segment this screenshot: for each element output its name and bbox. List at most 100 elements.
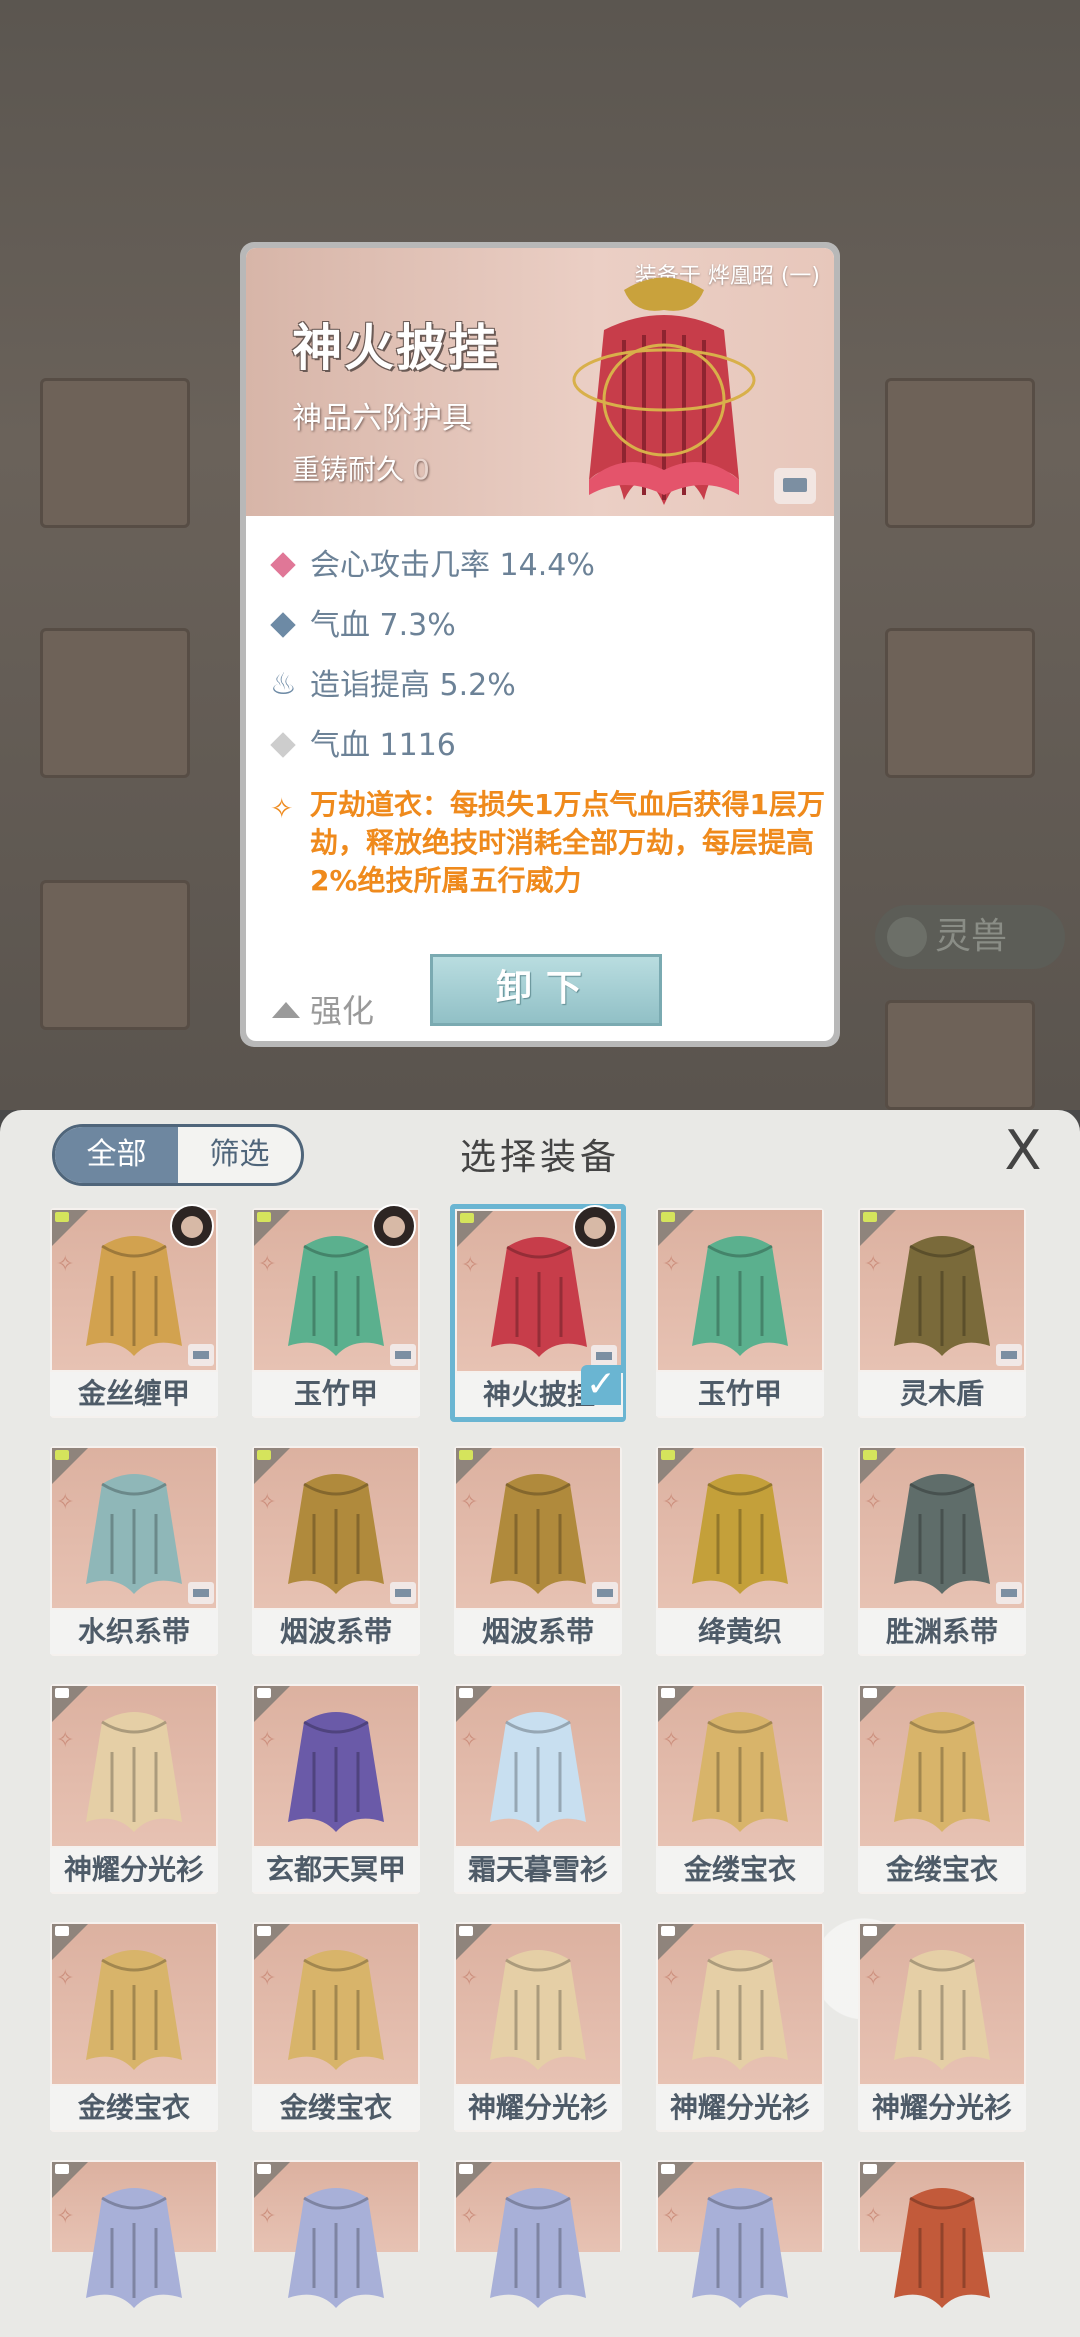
- stat-hp-percent: 气血 7.3%: [270, 596, 830, 656]
- reforge-durability: 重铸耐久 0: [292, 448, 430, 488]
- element-icon: ✧: [662, 1252, 681, 1277]
- equipment-select-sheet: 全部 筛选 选择装备 X ✧ 金丝缠甲 ✧ 玉竹甲 ✧ 神火披挂 ✓ ✧ 玉竹甲 ✧ 灵木盾 ✧ 水织系…: [0, 1110, 1080, 2337]
- equipment-name: 神耀分光衫: [50, 1848, 218, 1892]
- equipment-thumbnail: [894, 2188, 990, 2308]
- equipment-thumbnail: [86, 1236, 182, 1356]
- item-artwork: [572, 277, 756, 505]
- equipment-thumbnail: [894, 1712, 990, 1832]
- equipment-card[interactable]: ✧ 神火披挂 ✓: [450, 1204, 626, 1422]
- bg-extra-slot: [885, 1000, 1035, 1110]
- element-icon: ✧: [258, 1966, 277, 1991]
- equipment-thumbnail: [490, 1950, 586, 2070]
- equipment-name: 神耀分光衫: [656, 2086, 824, 2130]
- element-icon: ✧: [662, 1490, 681, 1515]
- item-name: 神火披挂: [292, 319, 500, 377]
- element-icon: ✧: [662, 2204, 681, 2229]
- equipment-card[interactable]: ✧: [454, 2160, 622, 2308]
- equipment-card[interactable]: ✧ 胜渊系带: [858, 1446, 1026, 1656]
- lock-icon: [390, 1582, 416, 1604]
- equipment-card[interactable]: ✧ 玉竹甲: [656, 1208, 824, 1418]
- equipment-card[interactable]: ✧ 霜天暮雪衫: [454, 1684, 622, 1894]
- element-icon: ✧: [56, 1252, 75, 1277]
- equipment-thumbnail: [894, 1474, 990, 1594]
- equipment-card[interactable]: ✧ 玄都天冥甲: [252, 1684, 420, 1894]
- equipment-card[interactable]: ✧ 水织系带: [50, 1446, 218, 1656]
- stat-text: 气血 7.3%: [310, 608, 456, 643]
- equipment-name: 神耀分光衫: [454, 2086, 622, 2130]
- lock-icon: [592, 1582, 618, 1604]
- equipment-card[interactable]: ✧ 玉竹甲: [252, 1204, 420, 1418]
- equipment-card[interactable]: ✧: [656, 2160, 824, 2308]
- equipment-name: 水织系带: [50, 1610, 218, 1654]
- element-icon: ✧: [864, 1966, 883, 1991]
- equipment-card[interactable]: ✧ 灵木盾: [858, 1208, 1026, 1418]
- equipment-card[interactable]: ✧: [858, 2160, 1026, 2308]
- equipment-name: 金缕宝衣: [50, 2086, 218, 2130]
- detail-header: 装备于 烨凰昭 (一) 神火披挂 神品六阶护具 重铸耐久 0: [246, 248, 834, 516]
- element-icon: ✧: [56, 1490, 75, 1515]
- equipment-name: 金丝缠甲: [50, 1372, 218, 1416]
- blue-diamond-icon: [270, 612, 296, 638]
- equipment-card[interactable]: ✧ 神耀分光衫: [454, 1922, 622, 2132]
- equipment-name: 玉竹甲: [252, 1372, 420, 1416]
- equipment-name: 金缕宝衣: [656, 1848, 824, 1892]
- equipment-card[interactable]: ✧ 金缕宝衣: [858, 1684, 1026, 1894]
- stat-mastery: ♨ 造诣提高 5.2%: [270, 656, 830, 716]
- spirit-beast-button: 灵兽: [875, 905, 1065, 969]
- element-icon: ✧: [258, 1490, 277, 1515]
- equipment-card[interactable]: ✧ 金缕宝衣: [252, 1922, 420, 2132]
- lock-icon: [390, 1344, 416, 1366]
- equipment-name: 灵木盾: [858, 1372, 1026, 1416]
- equipment-thumbnail: [288, 1474, 384, 1594]
- element-icon: ✧: [56, 1966, 75, 1991]
- spirit-beast-label: 灵兽: [935, 916, 1008, 957]
- element-icon: ✧: [56, 1728, 75, 1753]
- equipment-thumbnail: [894, 1950, 990, 2070]
- equipment-thumbnail: [288, 2188, 384, 2308]
- element-icon: ✧: [864, 1252, 883, 1277]
- equipment-card[interactable]: ✧ 金丝缠甲: [50, 1204, 218, 1418]
- equipment-name: 金缕宝衣: [858, 1848, 1026, 1892]
- equipment-thumbnail: [692, 1236, 788, 1356]
- element-icon: ✧: [864, 1728, 883, 1753]
- equipment-thumbnail: [288, 1950, 384, 2070]
- equipment-card[interactable]: ✧ 金缕宝衣: [656, 1684, 824, 1894]
- equipment-thumbnail: [692, 1712, 788, 1832]
- equipment-card[interactable]: ✧: [50, 2160, 218, 2308]
- element-icon: ✧: [258, 2204, 277, 2229]
- bg-accessory-slot: [885, 378, 1035, 528]
- sheet-title: 选择装备: [459, 1137, 620, 1178]
- lock-icon[interactable]: [774, 468, 816, 504]
- unequip-button[interactable]: 卸下: [430, 954, 662, 1026]
- lock-icon: [188, 1582, 214, 1604]
- equipment-card[interactable]: ✧ 神耀分光衫: [858, 1922, 1026, 2132]
- equipment-card[interactable]: ✧: [252, 2160, 420, 2308]
- bg-orb-slot: [885, 628, 1035, 778]
- flame-icon: ♨: [270, 667, 297, 702]
- equipment-detail-card: 装备于 烨凰昭 (一) 神火披挂 神品六阶护具 重铸耐久 0 会心攻击几率 14.…: [240, 242, 840, 1047]
- pink-diamond-icon: [270, 552, 296, 578]
- equipment-name: 绛黄织: [656, 1610, 824, 1654]
- equipment-name: 霜天暮雪衫: [454, 1848, 622, 1892]
- bg-armor-slot: [40, 628, 190, 778]
- equipment-thumbnail: [491, 1237, 587, 1357]
- element-icon: ✧: [864, 1490, 883, 1515]
- equipment-thumbnail: [86, 1712, 182, 1832]
- equipment-card[interactable]: ✧ 神耀分光衫: [50, 1684, 218, 1894]
- equipment-card[interactable]: ✧ 烟波系带: [252, 1446, 420, 1656]
- enhance-label: 强化: [310, 992, 375, 1030]
- stat-text: 气血 1116: [310, 728, 456, 763]
- equipment-card[interactable]: ✧ 金缕宝衣: [50, 1922, 218, 2132]
- special-effect-text: 万劫道衣：每损失1万点气血后获得1层万劫，释放绝技时消耗全部万劫，每层提高2%绝…: [310, 788, 825, 897]
- element-icon: ✧: [56, 2204, 75, 2229]
- equipment-card[interactable]: ✧ 神耀分光衫: [656, 1922, 824, 2132]
- enhance-button[interactable]: 强化: [272, 986, 374, 1032]
- equipment-name: 神耀分光衫: [858, 2086, 1026, 2130]
- stat-crit-rate: 会心攻击几率 14.4%: [270, 536, 830, 596]
- equipment-thumbnail: [894, 1236, 990, 1356]
- equipment-card[interactable]: ✧ 绛黄织: [656, 1446, 824, 1656]
- equipment-card[interactable]: ✧ 烟波系带: [454, 1446, 622, 1656]
- equipment-name: 玄都天冥甲: [252, 1848, 420, 1892]
- owner-avatar: [573, 1205, 617, 1249]
- close-icon[interactable]: X: [996, 1124, 1050, 1178]
